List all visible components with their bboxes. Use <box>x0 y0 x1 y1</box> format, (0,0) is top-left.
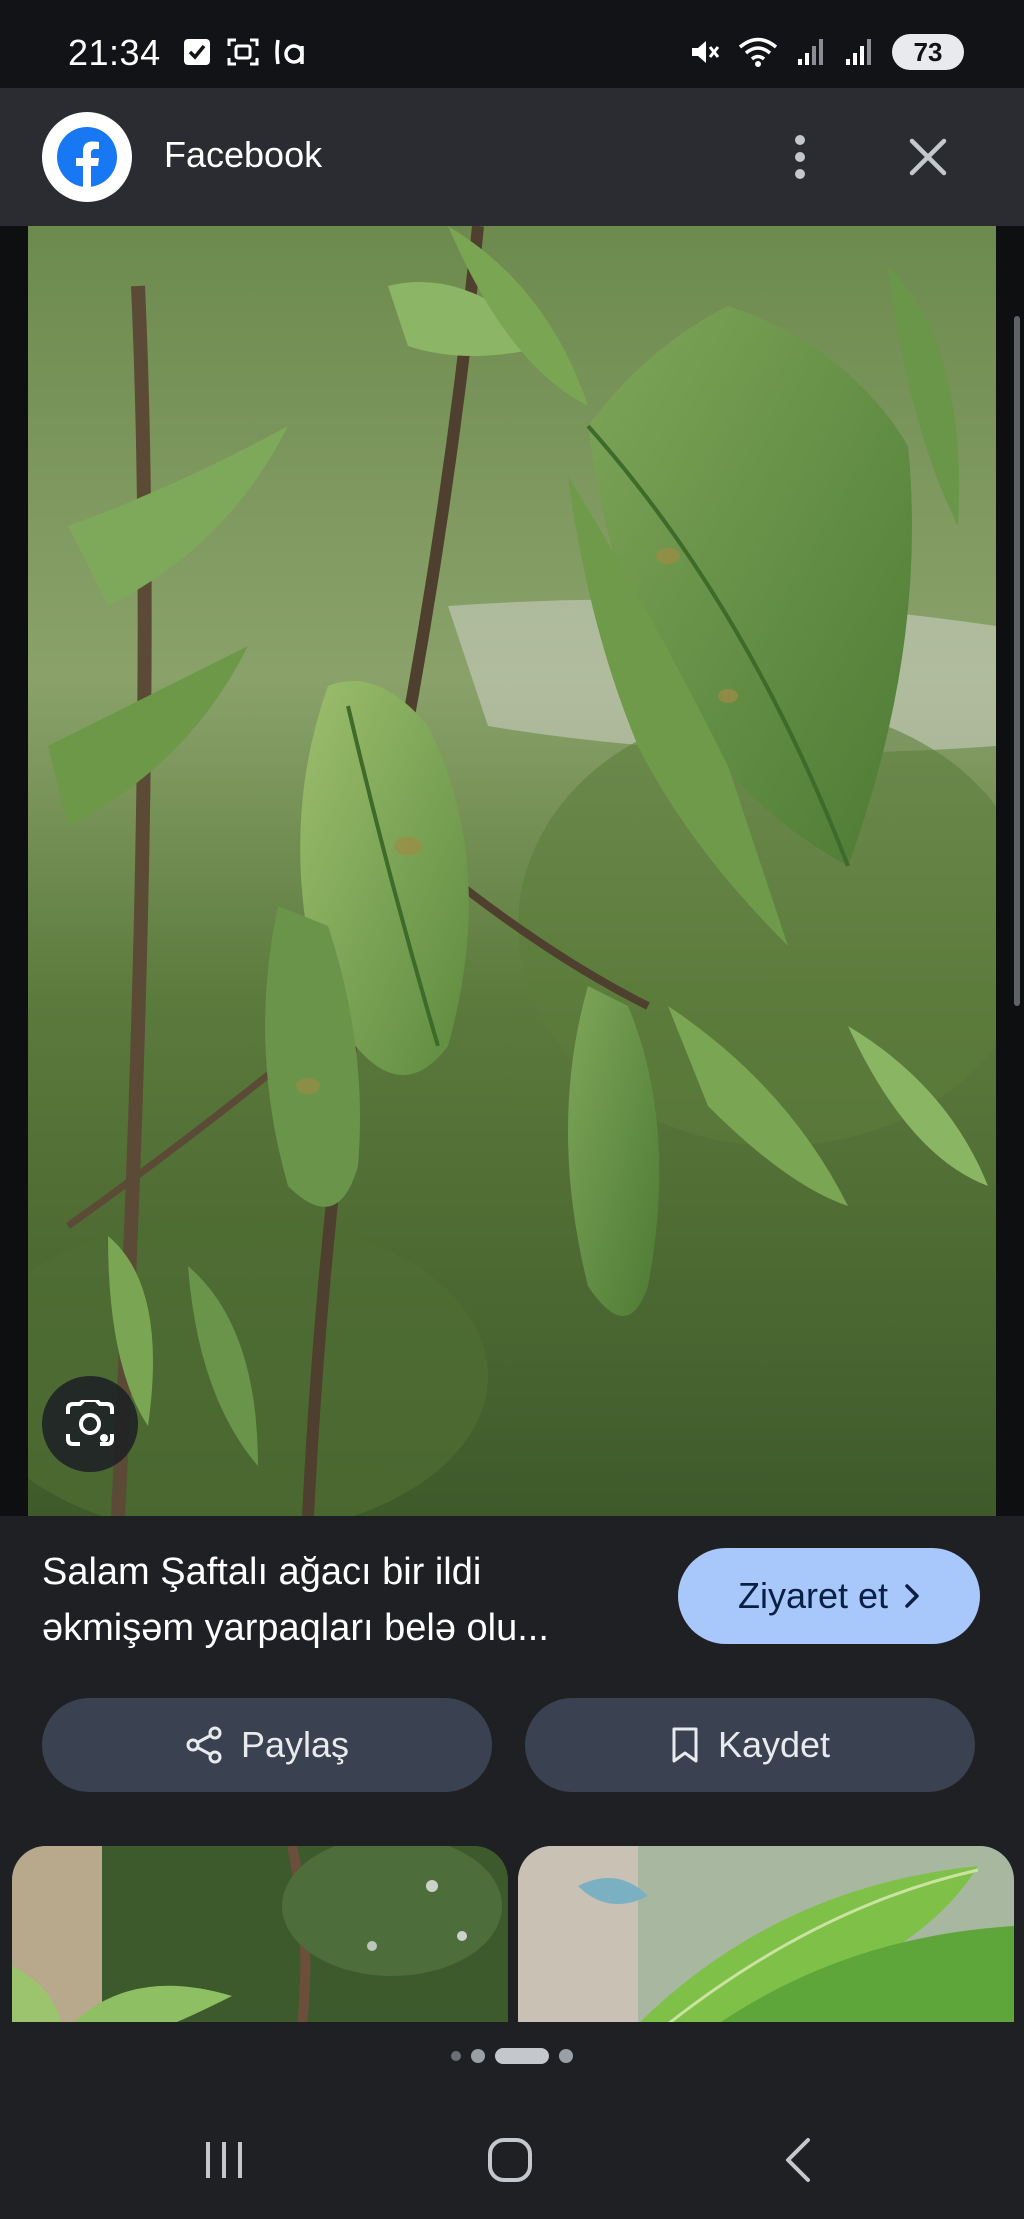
related-photo-1 <box>12 1846 508 2024</box>
signal-icon <box>798 39 823 65</box>
main-image[interactable] <box>0 226 1024 1516</box>
more-vert-icon <box>795 135 805 179</box>
status-system-icons: 73 <box>688 34 964 70</box>
caption-line-1: Salam Şaftalı ağacı bir ildi <box>42 1551 482 1593</box>
page-dot <box>471 2049 485 2063</box>
system-nav-bar <box>0 2100 1024 2219</box>
visit-label: Ziyaret et <box>737 1575 889 1616</box>
page-dot <box>451 2051 461 2061</box>
peach-tree-photo <box>28 226 996 1516</box>
related-image-thumbnail[interactable] <box>518 1846 1014 2024</box>
related-photo-2 <box>518 1846 1014 2024</box>
status-bar: 21:34 73 <box>0 0 1024 88</box>
status-time: 21:34 <box>68 32 161 73</box>
home-icon <box>488 2138 532 2182</box>
facebook-logo-icon[interactable] <box>42 112 132 202</box>
back-button[interactable] <box>758 2128 838 2192</box>
back-icon <box>786 2138 810 2182</box>
scroll-thumb[interactable] <box>1014 316 1020 1006</box>
page-dot-active <box>495 2048 549 2064</box>
save-button[interactable]: Kaydet <box>525 1698 975 1792</box>
page-indicator <box>0 2048 1024 2064</box>
page-dot <box>559 2049 573 2063</box>
source-title[interactable]: Facebook <box>164 134 322 176</box>
result-caption[interactable]: Salam Şaftalı ağacı bir ildi əkmişəm yar… <box>42 1544 642 1656</box>
home-button[interactable] <box>470 2128 550 2192</box>
visit-button[interactable]: Ziyaret et <box>678 1548 980 1644</box>
more-options-button[interactable] <box>776 122 824 192</box>
bookmark-icon <box>672 1727 698 1763</box>
lens-icon <box>66 1400 114 1446</box>
app-notification-icon <box>275 39 304 65</box>
battery-indicator: 73 <box>892 34 964 70</box>
lens-search-button[interactable] <box>42 1376 138 1472</box>
share-icon <box>186 1726 222 1764</box>
wifi-icon <box>738 37 778 67</box>
checkbox-notification-icon <box>184 39 210 65</box>
share-button[interactable]: Paylaş <box>42 1698 492 1792</box>
close-button[interactable] <box>900 124 956 190</box>
screenshot-icon <box>227 38 259 66</box>
status-notification-icons <box>182 36 310 68</box>
chevron-right-icon <box>905 1584 919 1608</box>
share-label: Paylaş <box>240 1724 350 1765</box>
signal-icon <box>846 39 871 65</box>
mute-icon <box>692 41 720 63</box>
related-image-thumbnail[interactable] <box>12 1846 508 2024</box>
source-header: Facebook <box>0 88 1024 226</box>
caption-line-2: əkmişəm yarpaqları belə olu... <box>42 1607 549 1649</box>
recents-icon <box>206 2142 242 2178</box>
battery-level: 73 <box>913 36 943 67</box>
save-label: Kaydet <box>717 1724 831 1765</box>
close-icon <box>909 138 947 176</box>
recents-button[interactable] <box>184 2128 264 2192</box>
